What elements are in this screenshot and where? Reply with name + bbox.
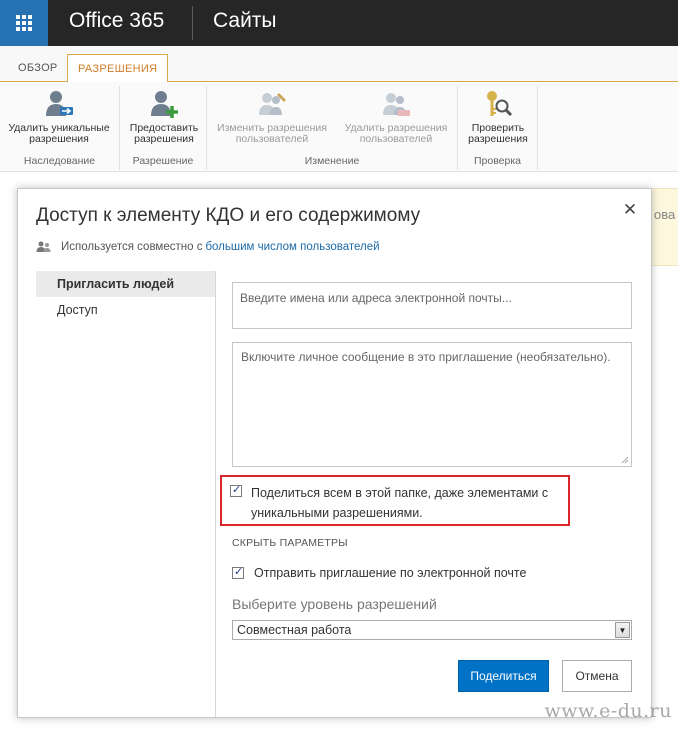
permission-level-label: Выберите уровень разрешений [232, 596, 437, 612]
close-icon[interactable]: ✕ [621, 201, 639, 218]
tab-permissions[interactable]: Разрешения [67, 54, 169, 83]
shared-with-link[interactable]: большим числом пользователей [205, 241, 379, 253]
key-search-icon [482, 88, 514, 120]
ribbon-tab-row: Обзор Разрешения [0, 46, 678, 83]
dialog-title: Доступ к элементу КДО и его содержимому [36, 205, 421, 226]
hide-options-link[interactable]: Скрыть параметры [232, 537, 348, 549]
ribbon-group-modify: Изменить разрешения пользователей Удалит… [207, 86, 458, 170]
dialog-nav: Пригласить людей Доступ [36, 271, 216, 323]
ribbon-group-permission: Предоставить разрешения Разрешение [120, 86, 207, 170]
personal-message-textarea[interactable]: Включите личное сообщение в это приглаше… [232, 342, 632, 467]
nav-divider [215, 271, 216, 717]
share-button[interactable]: Поделиться [458, 660, 549, 692]
brand-title[interactable]: Office 365 [69, 9, 164, 33]
tab-overview[interactable]: Обзор [8, 54, 68, 82]
user-remove-icon [43, 88, 75, 120]
remove-user-permissions-button[interactable]: Удалить разрешения пользователей [337, 88, 455, 145]
check-permissions-button[interactable]: Проверить разрешения [462, 88, 534, 145]
ribbon-group-label: Разрешение [132, 155, 194, 167]
share-all-label: Поделиться всем в этой папке, даже элеме… [251, 486, 549, 520]
waffle-icon [16, 15, 32, 31]
ribbon: Удалить уникальные разрешения Наследован… [0, 82, 678, 172]
site-title[interactable]: Сайты [213, 9, 277, 33]
personal-message-placeholder: Включите личное сообщение в это приглаше… [241, 350, 611, 364]
grant-permissions-button[interactable]: Предоставить разрешения [124, 88, 204, 145]
nav-access[interactable]: Доступ [36, 297, 216, 323]
permission-level-value: Совместная работа [237, 623, 352, 637]
grant-permissions-label: Предоставить разрешения [129, 122, 199, 145]
invite-people-input[interactable]: Введите имена или адреса электронной поч… [232, 282, 632, 329]
share-dialog: Доступ к элементу КДО и его содержимому … [17, 188, 652, 718]
edit-user-permissions-label: Изменить разрешения пользователей [217, 122, 327, 145]
ribbon-group-label: Изменение [304, 155, 360, 167]
ribbon-group-check: Проверить разрешения Проверка [458, 86, 538, 170]
ribbon-group-inheritance: Удалить уникальные разрешения Наследован… [0, 86, 120, 170]
permission-level-select[interactable]: Совместная работа ▼ [232, 620, 632, 640]
users-edit-icon [256, 88, 288, 120]
ribbon-group-label: Проверка [473, 155, 522, 167]
send-email-label: Отправить приглашение по электронной поч… [254, 566, 527, 580]
cancel-button[interactable]: Отмена [562, 660, 632, 692]
send-email-checkbox[interactable] [232, 565, 244, 579]
shared-with-row: Используется совместно с большим числом … [36, 241, 380, 253]
suite-bar-divider [192, 6, 193, 40]
people-icon [36, 241, 52, 253]
remove-unique-permissions-label: Удалить уникальные разрешения [8, 122, 110, 145]
ribbon-group-label: Наследование [23, 155, 96, 167]
suite-bar: Office 365 Сайты [0, 0, 678, 46]
chevron-down-icon: ▼ [615, 622, 630, 638]
users-remove-icon [380, 88, 412, 120]
resize-grip-icon[interactable] [621, 456, 629, 464]
shared-with-text: Используется совместно с [61, 241, 203, 253]
app-launcher-button[interactable] [0, 0, 48, 46]
remove-unique-permissions-button[interactable]: Удалить уникальные разрешения [2, 88, 116, 145]
edit-user-permissions-button[interactable]: Изменить разрешения пользователей [211, 88, 333, 145]
check-permissions-label: Проверить разрешения [468, 122, 528, 145]
watermark: www.e-du.ru [544, 700, 672, 722]
remove-user-permissions-label: Удалить разрешения пользователей [344, 122, 448, 145]
share-all-checkbox[interactable] [230, 483, 242, 497]
user-add-icon [148, 88, 180, 120]
nav-invite-people[interactable]: Пригласить людей [36, 271, 216, 297]
